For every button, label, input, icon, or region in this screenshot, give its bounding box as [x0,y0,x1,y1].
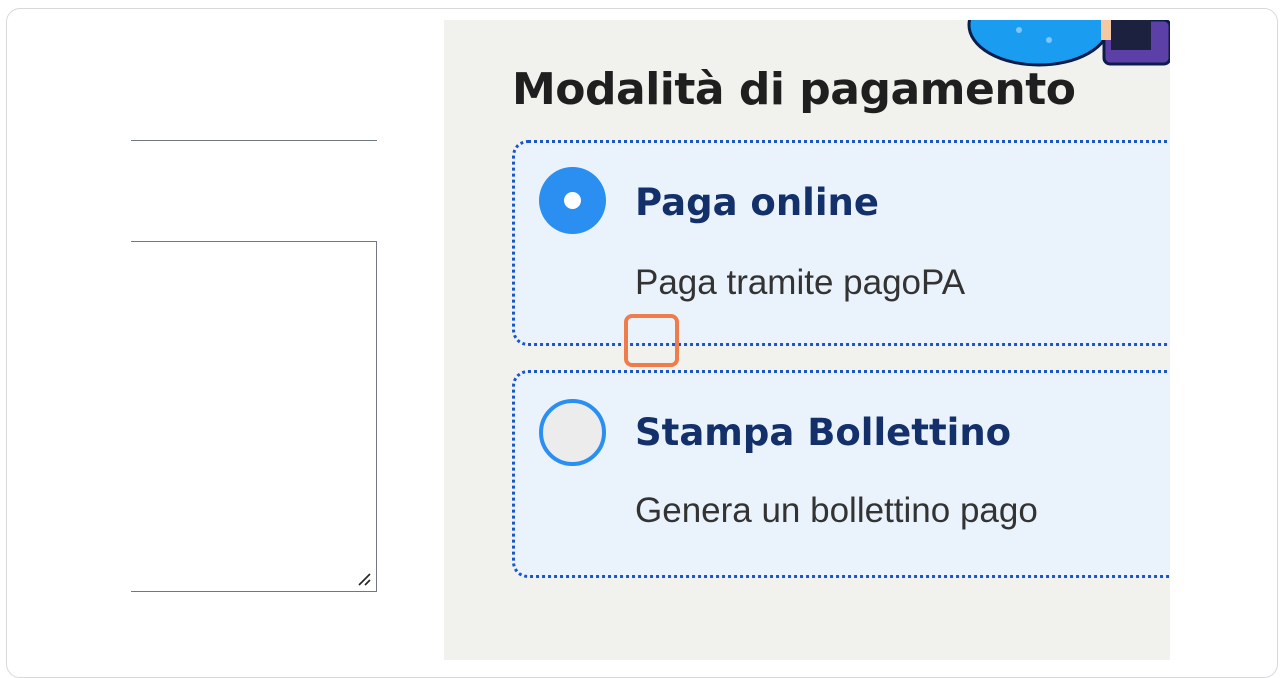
payment-illustration [967,20,1170,67]
payment-panel: Modalità di pagamento Paga online Paga t… [444,20,1170,660]
option-label: Paga online [635,181,879,224]
page-title: Modalità di pagamento [512,64,1076,115]
resize-handle-icon[interactable] [356,571,372,587]
option-label: Stampa Bollettino [635,411,1012,454]
click-highlight [624,314,679,367]
option-description: Paga tramite pagoPA [635,263,966,302]
payment-option-bollettino[interactable]: Stampa Bollettino Genera un bollettino p… [512,370,1170,578]
option-description: Genera un bollettino pago [635,491,1038,530]
radio-unchecked-icon[interactable] [539,399,606,466]
radio-checked-icon[interactable] [539,167,606,234]
payment-option-online[interactable]: Paga online Paga tramite pagoPA [512,140,1170,346]
notes-textarea[interactable] [131,241,377,592]
field-underline [131,140,377,141]
